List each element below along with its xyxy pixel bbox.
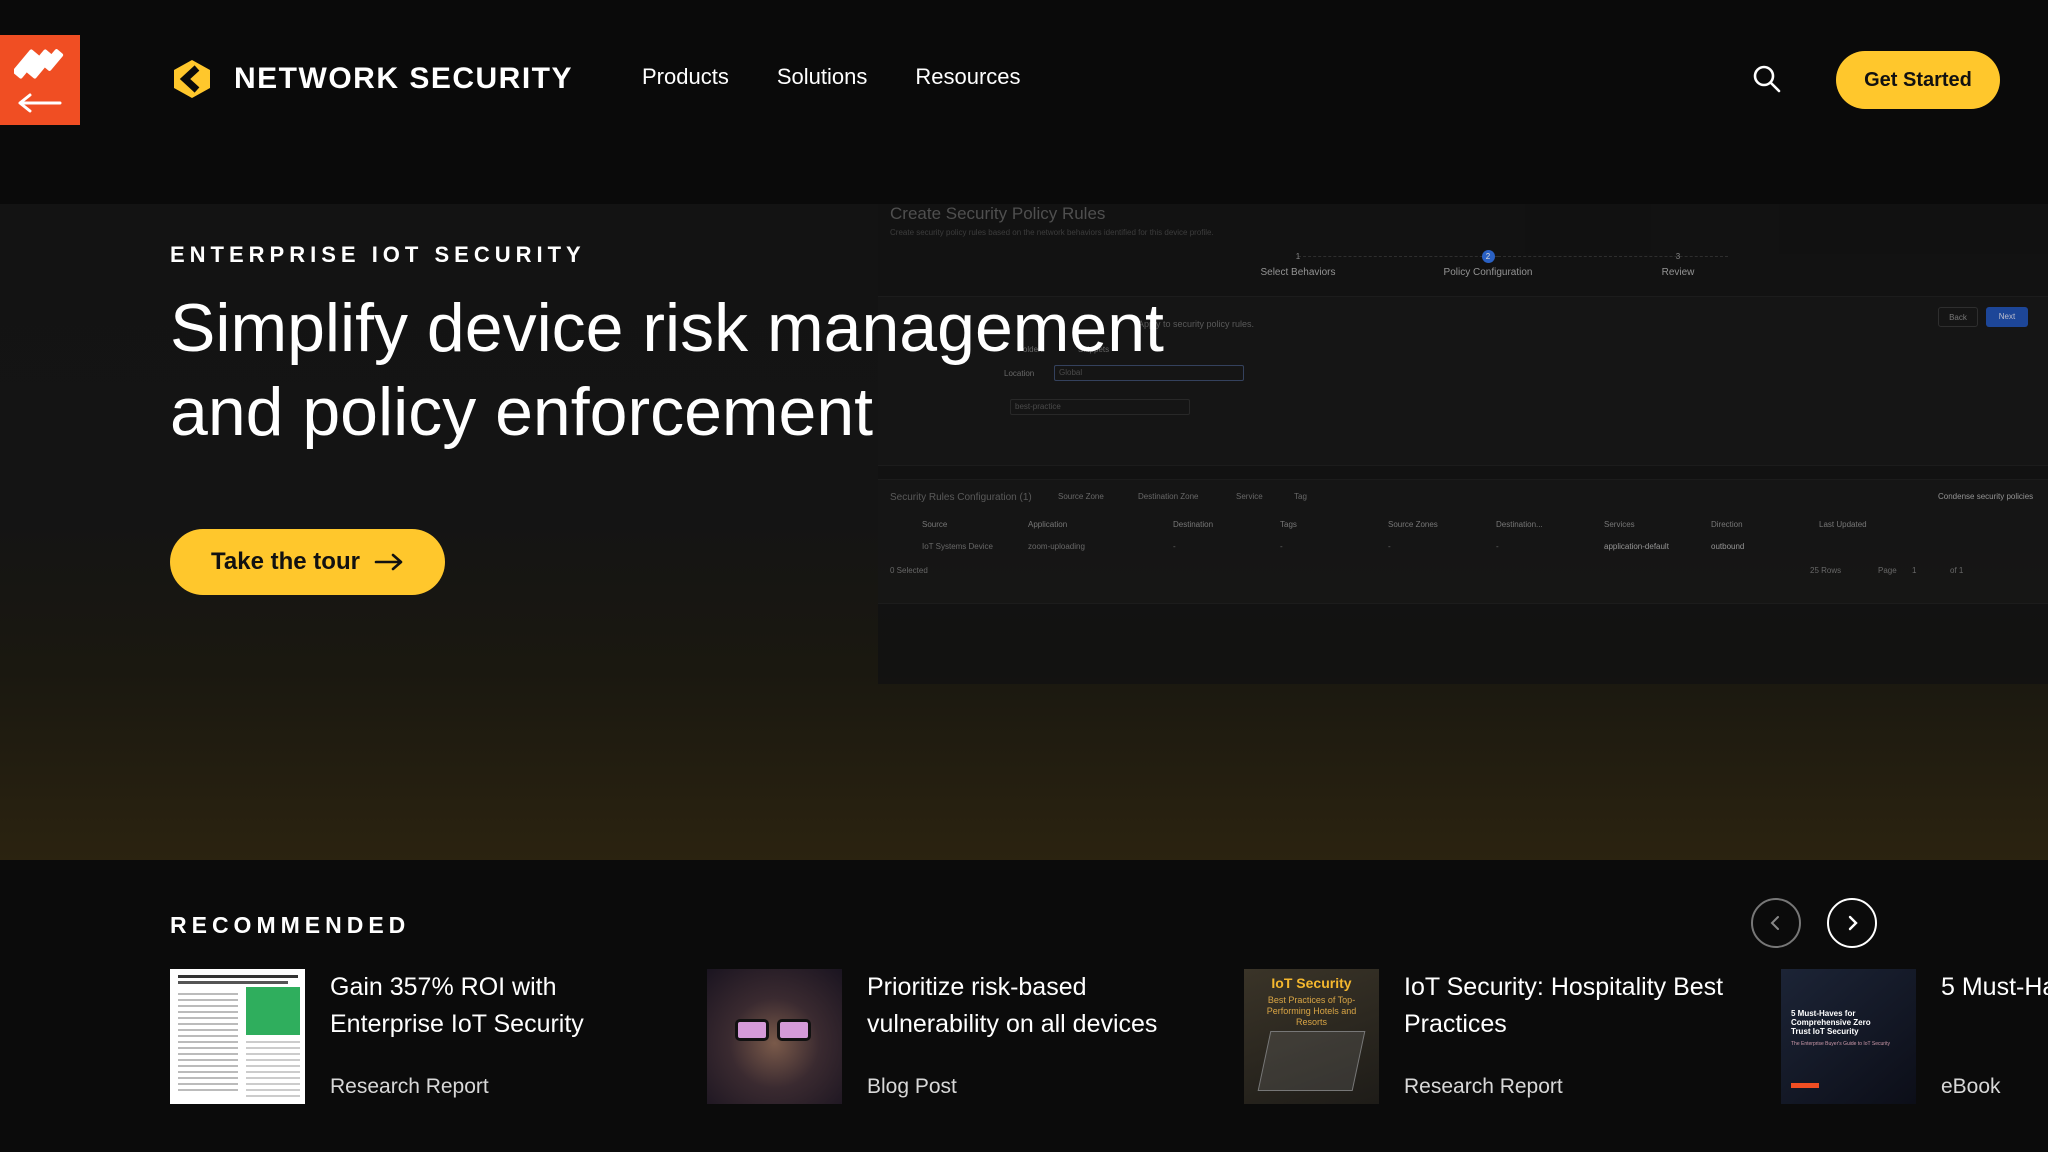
mock-of-pages: of 1 [1950, 566, 1964, 575]
recommended-heading: RECOMMENDED [170, 912, 411, 938]
mock-selected-count: 0 Selected [890, 566, 928, 575]
headline-line-2: and policy enforcement [170, 374, 874, 450]
mock-col-header: Tags [1280, 520, 1297, 529]
hero-headline: Simplify device risk management and poli… [170, 286, 1270, 454]
card-type: Research Report [330, 1075, 489, 1098]
headline-line-1: Simplify device risk management [170, 290, 1164, 366]
mock-condense: Condense security policies [1938, 492, 2034, 501]
card-thumbnail-report [170, 969, 305, 1104]
mock-col-header: Services [1604, 520, 1635, 529]
card-title[interactable]: Prioritize risk-based vulnerability on a… [867, 969, 1212, 1043]
mock-filter-tab: Service [1236, 492, 1263, 501]
card-type: eBook [1941, 1075, 2001, 1098]
thumb-subtitle: Best Practices of Top-Performing Hotels … [1266, 995, 1357, 1027]
thumb-title: IoT Security [1271, 975, 1352, 991]
chevron-left-icon [1770, 916, 1779, 930]
mock-title: Create Security Policy Rules [890, 204, 1106, 223]
mock-page-label: Page [1878, 566, 1897, 575]
brand-back-tab[interactable] [0, 35, 80, 125]
mock-cell: application-default [1604, 542, 1669, 551]
mock-cell: zoom-uploading [1028, 542, 1085, 551]
recommended-card[interactable]: Prioritize risk-based vulnerability on a… [707, 969, 1227, 1105]
mock-col-header: Source [922, 520, 948, 529]
mock-rules-title: Security Rules Configuration (1) [890, 492, 1032, 503]
step-policy-configuration: 2 Policy Configuration [1443, 250, 1533, 278]
carousel-next-button[interactable] [1827, 898, 1877, 948]
card-type: Blog Post [867, 1075, 957, 1098]
mock-col-header: Last Updated [1819, 520, 1867, 529]
mock-rows-per-page: 25 Rows [1810, 566, 1842, 575]
mock-cell: - [1496, 542, 1499, 551]
thumb-title: 5 Must-Haves for Comprehensive Zero Trus… [1791, 1009, 1871, 1036]
get-started-button[interactable]: Get Started [1836, 51, 2000, 109]
mock-filter-tab: Tag [1294, 492, 1307, 501]
carousel-prev-button[interactable] [1751, 898, 1801, 948]
arrow-right-icon [374, 553, 403, 571]
mock-col-header: Direction [1711, 520, 1743, 529]
rules-config-panel: Security Rules Configuration (1) Source … [878, 479, 2048, 604]
logo-text: NETWORK SECURITY [234, 62, 573, 95]
logo-hex-icon [174, 60, 210, 98]
search-icon[interactable] [1752, 64, 1782, 94]
top-bar [0, 0, 2048, 204]
step-review: 3 Review [1661, 252, 1695, 278]
recommended-card[interactable]: Gain 357% ROI with Enterprise IoT Securi… [170, 969, 690, 1105]
card-title[interactable]: 5 Must-Haves for Comprehensive Zero Trus… [1941, 969, 2048, 1006]
card-title[interactable]: IoT Security: Hospitality Best Practices [1404, 969, 1749, 1043]
take-the-tour-button[interactable]: Take the tour [170, 529, 445, 595]
card-thumbnail-ebook: 5 Must-Haves for Comprehensive Zero Trus… [1781, 969, 1916, 1104]
site-logo[interactable]: NETWORK SECURITY [170, 58, 573, 100]
nav-resources[interactable]: Resources [915, 64, 1020, 90]
recommended-card[interactable]: 5 Must-Haves for Comprehensive Zero Trus… [1781, 969, 2048, 1105]
tour-button-label: Take the tour [211, 548, 360, 575]
mock-cell: IoT Systems Device [922, 542, 993, 551]
mock-cell: outbound [1711, 542, 1745, 551]
nav-products[interactable]: Products [642, 64, 729, 90]
card-title[interactable]: Gain 357% ROI with Enterprise IoT Securi… [330, 969, 675, 1043]
card-thumbnail-photo [707, 969, 842, 1104]
card-thumbnail-iot: IoT Security Best Practices of Top-Perfo… [1244, 969, 1379, 1104]
mock-filter-tab: Destination Zone [1138, 492, 1199, 501]
mock-subtitle: Create security policy rules based on th… [890, 228, 1214, 237]
mock-next-button: Next [1986, 307, 2028, 327]
main-nav: Products Solutions Resources [642, 64, 1021, 90]
mock-cell: - [1173, 542, 1176, 551]
mock-cell: - [1280, 542, 1283, 551]
recommended-card[interactable]: IoT Security Best Practices of Top-Perfo… [1244, 969, 1764, 1105]
mock-col-header: Source Zones [1388, 520, 1438, 529]
step-select-behaviors: 1 Select Behaviors [1260, 252, 1336, 278]
mock-filter-tab: Source Zone [1058, 492, 1104, 501]
mock-cell: - [1388, 542, 1391, 551]
nav-solutions[interactable]: Solutions [777, 64, 868, 90]
thumb-subtitle: The Enterprise Buyer's Guide to IoT Secu… [1791, 1041, 1890, 1047]
mock-col-header: Application [1028, 520, 1068, 529]
mock-col-header: Destination [1173, 520, 1214, 529]
card-type: Research Report [1404, 1075, 1563, 1098]
hero-eyebrow: ENTERPRISE IOT SECURITY [170, 242, 586, 267]
mock-col-header: Destination... [1496, 520, 1543, 529]
mock-page-value: 1 [1912, 566, 1917, 575]
mock-back-button: Back [1938, 307, 1978, 327]
brand-mark-icon [14, 49, 64, 113]
chevron-right-icon [1848, 915, 1858, 931]
